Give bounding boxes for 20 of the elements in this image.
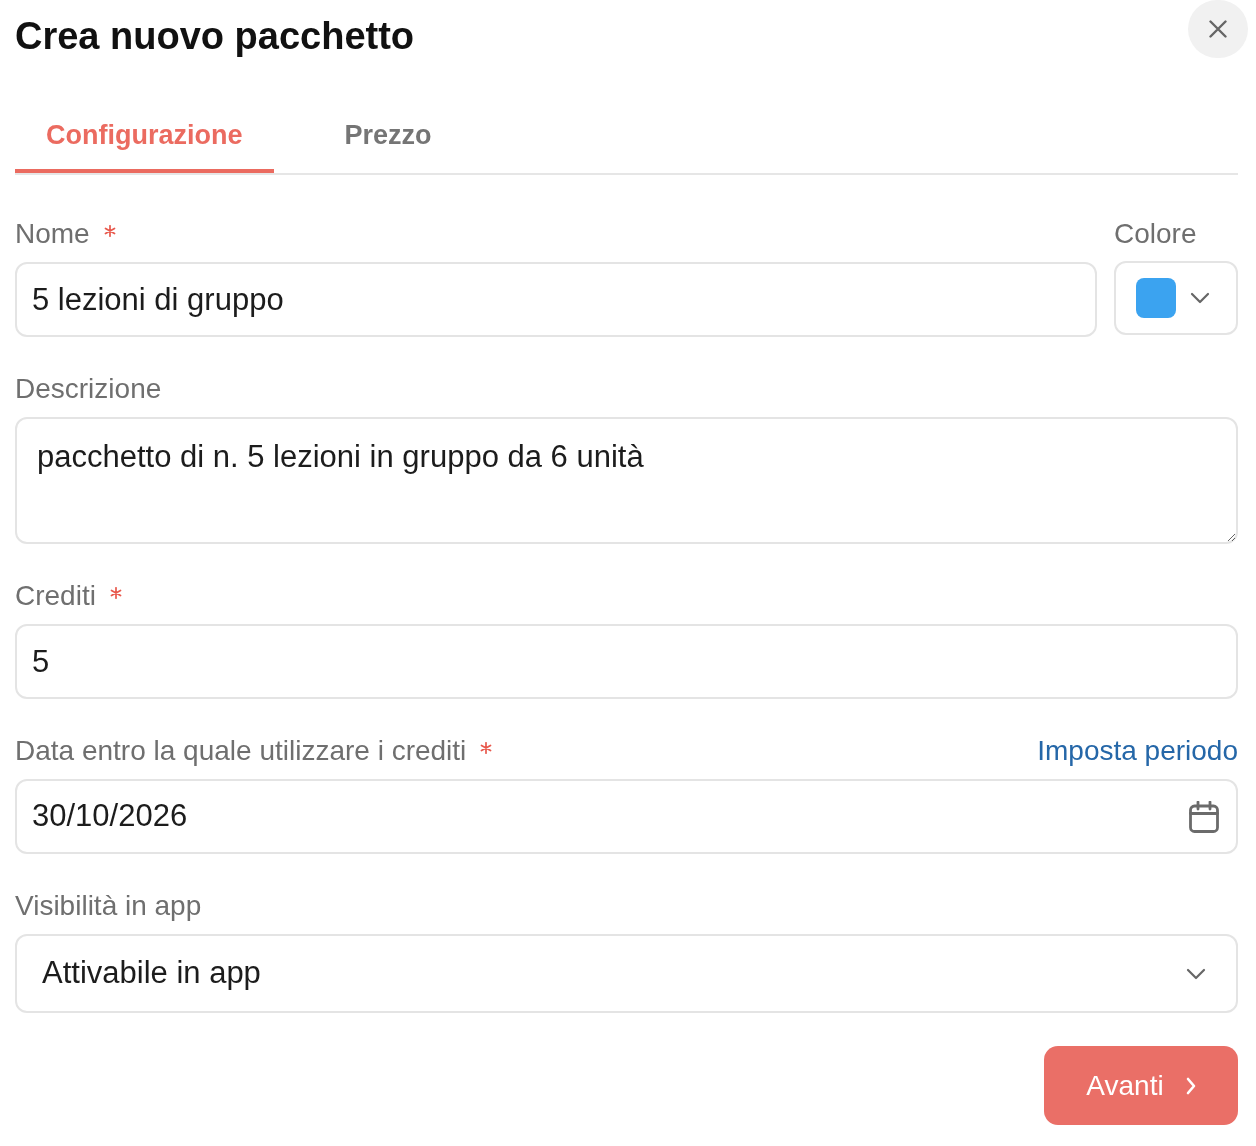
field-label: Nome	[15, 219, 90, 249]
name-field[interactable]: 5 lezioni di gruppo	[15, 262, 1097, 337]
field-label: Data entro la quale utilizzare i crediti	[15, 736, 467, 766]
color-picker[interactable]	[1114, 261, 1238, 335]
calendar-icon	[1189, 800, 1219, 833]
field-label: Crediti	[15, 581, 96, 611]
chevron-down-icon	[1190, 292, 1210, 304]
chevron-down-icon	[1186, 967, 1206, 980]
field-label: Colore	[1114, 219, 1197, 249]
credits-field[interactable]: 5	[15, 624, 1238, 699]
field-label: Descrizione	[15, 374, 162, 404]
close-icon	[1209, 20, 1227, 38]
visibility-select[interactable]: Attivabile in app	[15, 934, 1238, 1013]
field-label: Visibilità in app	[15, 891, 202, 921]
dialog-title: Crea nuovo pacchetto	[15, 14, 415, 59]
description-field[interactable]: pacchetto di n. 5 lezioni in gruppo da 6 unità	[15, 417, 1238, 544]
chevron-right-icon	[1185, 1076, 1196, 1095]
date-field[interactable]: 30/10/2026	[15, 779, 1238, 854]
set-period-link[interactable]: Imposta periodo	[1037, 736, 1238, 766]
tab[interactable]: Prezzo	[313, 101, 463, 173]
